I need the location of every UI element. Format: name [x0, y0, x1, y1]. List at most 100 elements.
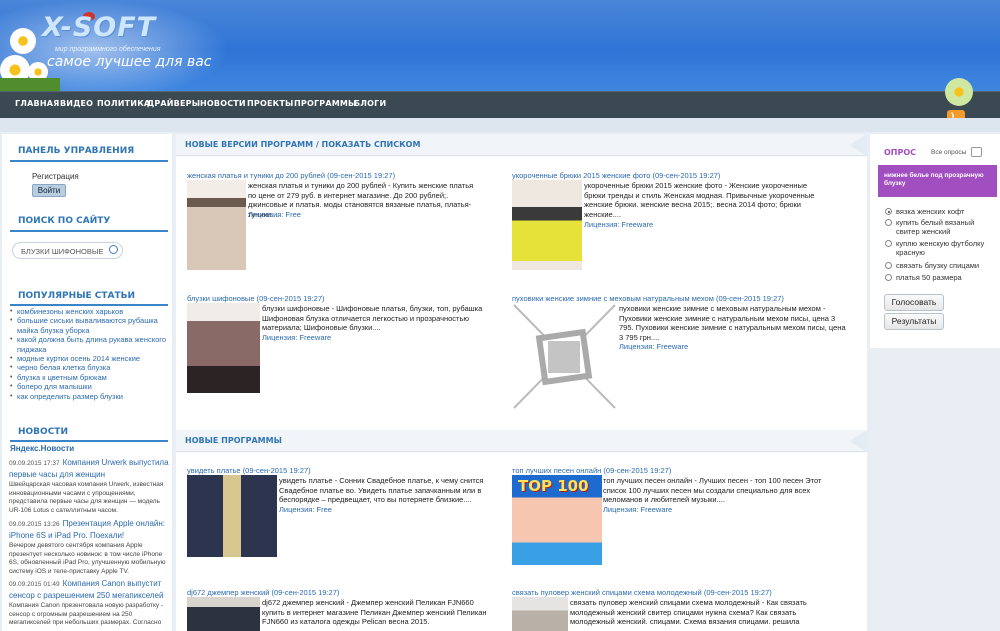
poll-option-label: вязка женских кофт [896, 207, 965, 216]
register-link[interactable]: Регистрация [32, 172, 79, 181]
card-title[interactable]: топ лучших песен онлайн (09-сен-2015 19:… [512, 466, 671, 475]
popular-item[interactable]: большие сиськи вываливаются рубашка майк… [10, 316, 170, 335]
card-title[interactable]: связать пуловер женский спицами схема мо… [512, 588, 772, 597]
card-thumbnail[interactable] [187, 475, 277, 557]
poll-option-label: купить белый вязаный свитер женский [896, 218, 975, 236]
search-input[interactable]: БЛУЗКИ ШИФОНОВЫЕ [12, 242, 123, 259]
card-title[interactable]: блузки шифоновые (09-сен-2015 19:27) [187, 294, 325, 303]
news-date: 09.09.2015 01:49 [9, 581, 60, 588]
radio-icon[interactable] [885, 219, 892, 226]
divider [10, 160, 168, 162]
news-item: 09.09.2015 17:37 Компания Urwerk выпусти… [9, 456, 169, 515]
news-text: Вечером девятого сентября компания Apple… [9, 542, 166, 575]
nav-politics[interactable]: ПОЛИТИКА [97, 99, 150, 108]
radio-icon[interactable] [885, 274, 892, 281]
nav-blogs[interactable]: БЛОГИ [354, 99, 386, 108]
nav-projects[interactable]: ПРОЕКТЫ [247, 99, 294, 108]
search-title: ПОИСК ПО САЙТУ [18, 216, 111, 226]
no-image-icon [513, 304, 616, 409]
card-license: Лицензия: Freeware [603, 505, 673, 514]
daisy-decoration [10, 28, 36, 54]
poll-option[interactable]: связать блузку спицами [885, 261, 997, 270]
news-text: Швейцарская часовая компания Urwerk, изв… [9, 481, 164, 514]
search-icon[interactable] [109, 245, 118, 254]
popular-item[interactable]: болеро для малышки [10, 382, 170, 392]
card-thumbnail[interactable] [187, 597, 260, 631]
divider [10, 304, 168, 306]
header-notch [849, 430, 867, 452]
album-cover[interactable]: TOP 100 [512, 475, 602, 565]
radio-icon[interactable] [885, 262, 892, 269]
popular-item[interactable]: как определить размер блузки [10, 392, 170, 402]
nav-news[interactable]: НОВОСТИ [200, 99, 246, 108]
news-item: 09.09.2015 13:26 Презентация Apple онлай… [9, 517, 169, 576]
card-thumbnail[interactable] [187, 303, 260, 393]
poll-question: нижнее белье под прозрачную блузку [878, 165, 997, 197]
popular-item[interactable]: блузка к цветным брюкам [10, 373, 170, 383]
card-license: Лицензия: Free [279, 505, 332, 514]
popular-title: ПОПУЛЯРНЫЕ СТАТЬИ [18, 291, 136, 301]
left-sidebar: ПАНЕЛЬ УПРАВЛЕНИЯ Регистрация Войти ПОИС… [2, 134, 172, 631]
search-value: БЛУЗКИ ШИФОНОВЫЕ [21, 247, 104, 256]
popular-item[interactable]: модные куртки осень 2014 женские [10, 354, 170, 364]
popular-item[interactable]: черно белая клетка блузка [10, 363, 170, 373]
news-item: 09.09.2015 01:49 Компания Canon выпустит… [9, 577, 169, 628]
radio-icon[interactable] [885, 240, 892, 247]
site-header: X-SOFT мир программного обеспечения само… [0, 0, 1000, 91]
section-title: НОВЫЕ ПРОГРАММЫ [185, 436, 282, 445]
list-icon[interactable] [971, 147, 982, 157]
popular-item[interactable]: какой должна быть длина рукава женского … [10, 335, 170, 354]
main-content: НОВЫЕ ВЕРСИИ ПРОГРАММ / ПОКАЗАТЬ СПИСКОМ… [176, 134, 867, 631]
vote-button[interactable]: Голосовать [884, 294, 944, 311]
poll-option-label: связать блузку спицами [896, 261, 980, 270]
card-description: топ лучших песен онлайн - Лучших песен -… [603, 476, 822, 504]
poll-option[interactable]: платья 50 размера [885, 273, 997, 282]
card-thumbnail[interactable] [512, 180, 582, 270]
site-tagline: самое лучшее для вас [47, 54, 212, 70]
radio-icon[interactable] [885, 208, 892, 215]
control-panel-title: ПАНЕЛЬ УПРАВЛЕНИЯ [18, 146, 135, 156]
main-nav: ГЛАВНАЯ ВИДЕО ПОЛИТИКА ДРАЙВЕРЫ НОВОСТИ … [0, 91, 1000, 118]
card-license: Лицензия: Freeware [584, 220, 654, 229]
section-title[interactable]: НОВЫЕ ВЕРСИИ ПРОГРАММ / ПОКАЗАТЬ СПИСКОМ [185, 140, 420, 149]
card-title[interactable]: dj672 джемпер женский (09-сен-2015 19:27… [187, 588, 339, 597]
nav-drivers[interactable]: ДРАЙВЕРЫ [147, 99, 200, 108]
subheader-bar [0, 118, 1000, 132]
card-description: dj672 джемпер женский - Джемпер женский … [262, 598, 487, 626]
news-source-link[interactable]: Яндекс.Новости [10, 444, 74, 453]
news-text: Компания Canon презентовала новую разраб… [9, 602, 164, 626]
card-license: Лицензия: Free [248, 210, 301, 219]
section-header: НОВЫЕ ПРОГРАММЫ [176, 430, 867, 452]
news-date: 09.09.2015 17:37 [9, 460, 60, 467]
card-thumbnail[interactable] [187, 180, 246, 270]
nav-programs[interactable]: ПРОГРАММЫ [294, 99, 357, 108]
card-license: Лицензия: Freeware [262, 333, 332, 342]
nav-video[interactable]: ВИДЕО [60, 99, 93, 108]
site-logo[interactable]: X-SOFT [42, 12, 156, 43]
nav-home[interactable]: ГЛАВНАЯ [15, 99, 59, 108]
card-title[interactable]: укороченные брюки 2015 женские фото (09-… [512, 171, 720, 180]
news-title: НОВОСТИ [18, 427, 68, 437]
card-title[interactable]: женская платья и туники до 200 рублей (0… [187, 171, 395, 180]
popular-list: комбинезоны женских харьков большие сись… [10, 307, 170, 401]
card-license: Лицензия: Freeware [619, 342, 689, 351]
card-thumbnail[interactable] [512, 597, 568, 631]
poll-option[interactable]: вязка женских кофт [885, 207, 997, 216]
tagline-small: мир программного обеспечения [55, 46, 161, 53]
card-description: связать пуловер женский спицами схема мо… [570, 598, 807, 626]
all-polls-link[interactable]: Все опросы [931, 149, 966, 156]
daisy-decoration [945, 78, 973, 106]
poll-sidebar: ОПРОС Все опросы нижнее белье под прозра… [870, 134, 1000, 348]
login-button[interactable]: Войти [32, 184, 66, 197]
popular-item[interactable]: комбинезоны женских харьков [10, 307, 170, 317]
card-title[interactable]: увидеть платье (09-сен-2015 19:27) [187, 466, 311, 475]
album-text: TOP 100 [518, 477, 589, 495]
divider [10, 230, 168, 232]
card-description: пуховики женские зимние с меховым натура… [619, 304, 846, 342]
card-title[interactable]: пуховики женские зимние с меховым натура… [512, 294, 784, 303]
poll-option[interactable]: купить белый вязаный свитер женский [885, 218, 997, 236]
no-image-placeholder[interactable] [512, 303, 617, 410]
grass-decoration [0, 78, 60, 91]
results-button[interactable]: Результаты [884, 313, 944, 330]
poll-option[interactable]: куплю женскую футболку красную [885, 239, 997, 257]
